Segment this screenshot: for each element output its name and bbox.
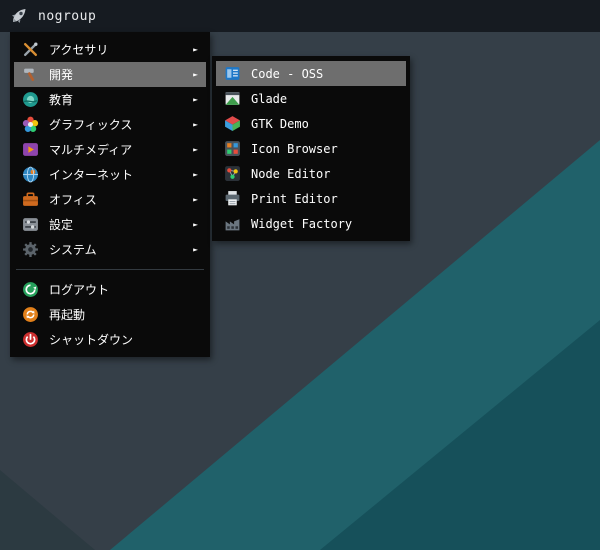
logout-icon (22, 281, 39, 298)
system-icon (22, 241, 39, 258)
development-submenu: Code - OSS Glade GTK Demo Icon Browser Node … (212, 56, 410, 241)
menu-item-internet-label: インターネット (49, 166, 183, 183)
settings-icon (22, 216, 39, 233)
node-editor-icon (224, 165, 241, 182)
menu-item-multimedia-label: マルチメディア (49, 141, 183, 158)
multimedia-icon (22, 141, 39, 158)
restart-icon (22, 306, 39, 323)
submenu-item-gtk-demo-label: GTK Demo (251, 117, 400, 131)
menu-item-system[interactable]: システム ► (14, 237, 206, 262)
graphics-icon (22, 116, 39, 133)
menu-item-accessories[interactable]: アクセサリ ► (14, 37, 206, 62)
submenu-arrow-icon: ► (193, 71, 200, 79)
menu-item-shutdown[interactable]: シャットダウン (14, 327, 206, 352)
submenu-item-code-oss[interactable]: Code - OSS (216, 61, 406, 86)
menu-item-logout[interactable]: ログアウト (14, 277, 206, 302)
submenu-arrow-icon: ► (193, 196, 200, 204)
office-icon (22, 191, 39, 208)
submenu-item-gtk-demo[interactable]: GTK Demo (216, 111, 406, 136)
menu-item-development-label: 開発 (49, 66, 183, 83)
top-panel: nogroup (0, 0, 600, 32)
development-icon (22, 66, 39, 83)
menu-item-system-label: システム (49, 241, 183, 258)
menu-item-accessories-label: アクセサリ (49, 41, 183, 58)
menu-item-education[interactable]: 教育 ► (14, 87, 206, 112)
submenu-arrow-icon: ► (193, 246, 200, 254)
submenu-item-icon-browser-label: Icon Browser (251, 142, 400, 156)
print-editor-icon (224, 190, 241, 207)
menu-item-education-label: 教育 (49, 91, 183, 108)
menu-item-shutdown-label: シャットダウン (49, 331, 200, 348)
icon-browser-icon (224, 140, 241, 157)
menu-item-graphics[interactable]: グラフィックス ► (14, 112, 206, 137)
submenu-item-widget-factory-label: Widget Factory (251, 217, 400, 231)
internet-icon (22, 166, 39, 183)
gtk-demo-icon (224, 115, 241, 132)
menu-item-internet[interactable]: インターネット ► (14, 162, 206, 187)
submenu-arrow-icon: ► (193, 171, 200, 179)
submenu-arrow-icon: ► (193, 121, 200, 129)
menu-item-office[interactable]: オフィス ► (14, 187, 206, 212)
menu-item-settings-label: 設定 (49, 216, 183, 233)
accessories-icon (22, 41, 39, 58)
submenu-arrow-icon: ► (193, 221, 200, 229)
code-oss-icon (224, 65, 241, 82)
submenu-item-glade-label: Glade (251, 92, 400, 106)
menu-item-restart-label: 再起動 (49, 306, 200, 323)
panel-title: nogroup (38, 9, 96, 24)
menu-item-graphics-label: グラフィックス (49, 116, 183, 133)
submenu-item-code-oss-label: Code - OSS (251, 67, 400, 81)
submenu-item-icon-browser[interactable]: Icon Browser (216, 136, 406, 161)
submenu-item-glade[interactable]: Glade (216, 86, 406, 111)
submenu-item-node-editor[interactable]: Node Editor (216, 161, 406, 186)
submenu-item-widget-factory[interactable]: Widget Factory (216, 211, 406, 236)
menu-item-settings[interactable]: 設定 ► (14, 212, 206, 237)
menu-item-multimedia[interactable]: マルチメディア ► (14, 137, 206, 162)
submenu-item-print-editor-label: Print Editor (251, 192, 400, 206)
menu-item-logout-label: ログアウト (49, 281, 200, 298)
rocket-icon[interactable] (9, 6, 29, 26)
application-menu: アクセサリ►開発►教育►グラフィックス►マルチメディア►インターネット►オフィス… (10, 32, 210, 357)
submenu-arrow-icon: ► (193, 46, 200, 54)
widget-factory-icon (224, 215, 241, 232)
shutdown-icon (22, 331, 39, 348)
submenu-item-print-editor[interactable]: Print Editor (216, 186, 406, 211)
menu-item-development[interactable]: 開発 ► (14, 62, 206, 87)
submenu-arrow-icon: ► (193, 146, 200, 154)
submenu-item-node-editor-label: Node Editor (251, 167, 400, 181)
menu-separator (16, 269, 204, 270)
submenu-arrow-icon: ► (193, 96, 200, 104)
education-icon (22, 91, 39, 108)
menu-item-office-label: オフィス (49, 191, 183, 208)
menu-item-restart[interactable]: 再起動 (14, 302, 206, 327)
glade-icon (224, 90, 241, 107)
